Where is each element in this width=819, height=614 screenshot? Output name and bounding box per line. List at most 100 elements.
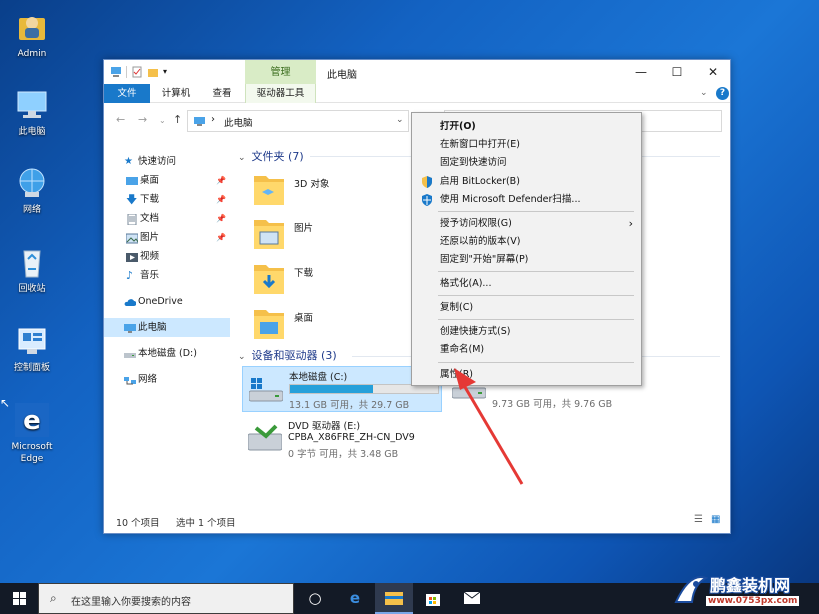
task-view-icon[interactable]: ○ [296,583,334,614]
menu-copy[interactable]: 复制(C) [412,299,641,317]
menu-pin-start[interactable]: 固定到"开始"屏幕(P) [412,251,641,269]
star-icon: ★ [124,156,133,167]
nav-this-pc[interactable]: 此电脑 [104,318,230,337]
maximize-button[interactable]: ☐ [659,62,695,82]
recent-dropdown-icon[interactable]: ⌄ [159,116,166,125]
tab-computer[interactable]: 计算机 [154,84,198,103]
menu-separator [438,319,634,320]
cloud-icon [124,296,137,307]
file-explorer-taskbar-icon[interactable] [375,583,413,614]
download-icon: 🡇 [126,193,138,206]
details-view-icon[interactable]: ☰ [694,514,703,525]
menu-pin-quick-access[interactable]: 固定到快速访问 [412,154,641,172]
windows-drive-icon [248,375,284,403]
quick-access-toolbar: ▾ [110,66,175,78]
edge-taskbar-icon[interactable]: e [336,583,374,614]
menu-restore-versions[interactable]: 还原以前的版本(V) [412,233,641,251]
desktop-icon-network[interactable]: 网络 [0,166,64,216]
network-icon [124,374,136,385]
pin-icon[interactable]: 📌 [216,209,226,228]
new-folder-icon[interactable] [147,66,159,78]
tab-file[interactable]: 文件 [104,84,150,103]
menu-grant-access[interactable]: 授予访问权限(G) › [412,215,641,233]
desktop-icon-admin[interactable]: Admin [0,10,64,60]
menu-label: 在新窗口中打开(E) [440,139,520,150]
qat-dropdown-icon[interactable]: ▾ [163,66,175,78]
nav-item-pictures[interactable]: 图片 📌 [104,228,230,247]
desktop-icon-control-panel[interactable]: 控制面板 [0,324,64,374]
nav-network[interactable]: 网络 [104,370,230,389]
folder-label: 3D 对象 [294,179,330,190]
pc-icon [124,322,136,333]
menu-format[interactable]: 格式化(A)... [412,275,641,293]
desktop-icon-edge[interactable]: e Microsoft Edge [0,403,64,465]
pin-icon[interactable]: 📌 [216,171,226,190]
start-button[interactable] [0,583,38,614]
mail-taskbar-icon[interactable] [453,583,491,614]
breadcrumb[interactable]: 此电脑 [224,115,253,129]
nav-item-videos[interactable]: 视频 [104,247,230,266]
folder-3d-objects[interactable]: 3D 对象 [234,170,424,212]
folder-downloads[interactable]: 下载 [234,259,424,301]
back-icon[interactable]: ← [116,113,125,126]
properties-icon[interactable] [131,66,143,78]
edge-icon: e [15,403,49,437]
group-header-drives[interactable]: ⌄ 设备和驱动器 (3) [238,347,337,363]
menu-label: 格式化(A)... [440,278,492,289]
menu-defender-scan[interactable]: 使用 Microsoft Defender扫描... [412,191,641,209]
nav-quick-access[interactable]: ★ 快速访问 [104,152,230,171]
drive-volume-label: CPBA_X86FRE_ZH-CN_DV9 [288,432,415,443]
close-button[interactable]: ✕ [695,62,731,82]
chevron-down-icon: ⌄ [238,352,246,362]
nav-item-documents[interactable]: 文档 📌 [104,209,230,228]
breadcrumb-separator: › [211,114,215,125]
menu-label: 使用 Microsoft Defender扫描... [440,194,581,205]
menu-bitlocker[interactable]: 启用 BitLocker(B) [412,173,641,191]
tiles-view-icon[interactable]: ▦ [711,514,720,525]
nav-local-disk-d[interactable]: 本地磁盘 (D:) [104,344,230,363]
selection-count: 选中 1 个项目 [176,518,236,529]
menu-label: 启用 BitLocker(B) [440,176,520,187]
desktop-icon-recycle-bin[interactable]: 回收站 [0,245,64,295]
address-bar[interactable]: › 此电脑 ⌄ [187,110,409,132]
nav-label: OneDrive [138,296,183,307]
pc-icon[interactable] [110,66,122,78]
minimize-button[interactable]: — [623,62,659,82]
group-header-folders[interactable]: ⌄ 文件夹 (7) [238,148,304,164]
nav-item-music[interactable]: ♪ 音乐 [104,266,230,285]
manage-context-tab[interactable]: 管理 [245,60,316,84]
folder-desktop[interactable]: 桌面 [234,304,424,346]
help-icon[interactable]: ? [716,87,729,100]
nav-onedrive[interactable]: OneDrive [104,292,230,311]
group-label: 文件夹 (7) [251,150,304,163]
nav-label: 桌面 [140,175,160,186]
forward-icon[interactable]: → [138,113,147,126]
taskbar-search[interactable]: ⌕ 在这里输入你要搜索的内容 [38,583,294,614]
menu-open-new-window[interactable]: 在新窗口中打开(E) [412,136,641,154]
title-bar: ▾ 管理 此电脑 — ☐ ✕ [104,60,730,84]
tab-drive-tools[interactable]: 驱动器工具 [245,84,316,103]
pin-icon[interactable]: 📌 [216,228,226,247]
submenu-arrow-icon: › [628,217,633,230]
menu-create-shortcut[interactable]: 创建快捷方式(S) [412,323,641,341]
tab-view[interactable]: 查看 [204,84,240,103]
address-dropdown-icon[interactable]: ⌄ [396,115,404,125]
store-taskbar-icon[interactable] [414,583,452,614]
pin-icon[interactable]: 📌 [216,190,226,209]
mouse-cursor-icon: ↖ [0,396,11,410]
menu-open[interactable]: 打开(O) [412,118,641,136]
nav-item-desktop[interactable]: 桌面 📌 [104,171,230,190]
menu-separator [438,295,634,296]
nav-label: 快速访问 [138,156,177,167]
desktop-icon-this-pc[interactable]: 此电脑 [0,88,64,138]
nav-label: 此电脑 [138,322,167,333]
nav-item-downloads[interactable]: 🡇 下载 📌 [104,190,230,209]
music-icon: ♪ [126,269,134,282]
context-menu: 打开(O) 在新窗口中打开(E) 固定到快速访问 启用 BitLocker(B)… [411,112,642,386]
folder-pictures[interactable]: 图片 [234,214,424,256]
control-panel-icon [15,324,49,358]
document-icon [126,213,138,226]
up-icon[interactable]: ↑ [173,113,182,126]
ribbon-expand-icon[interactable]: ⌄ [700,88,708,98]
menu-rename[interactable]: 重命名(M) [412,341,641,359]
